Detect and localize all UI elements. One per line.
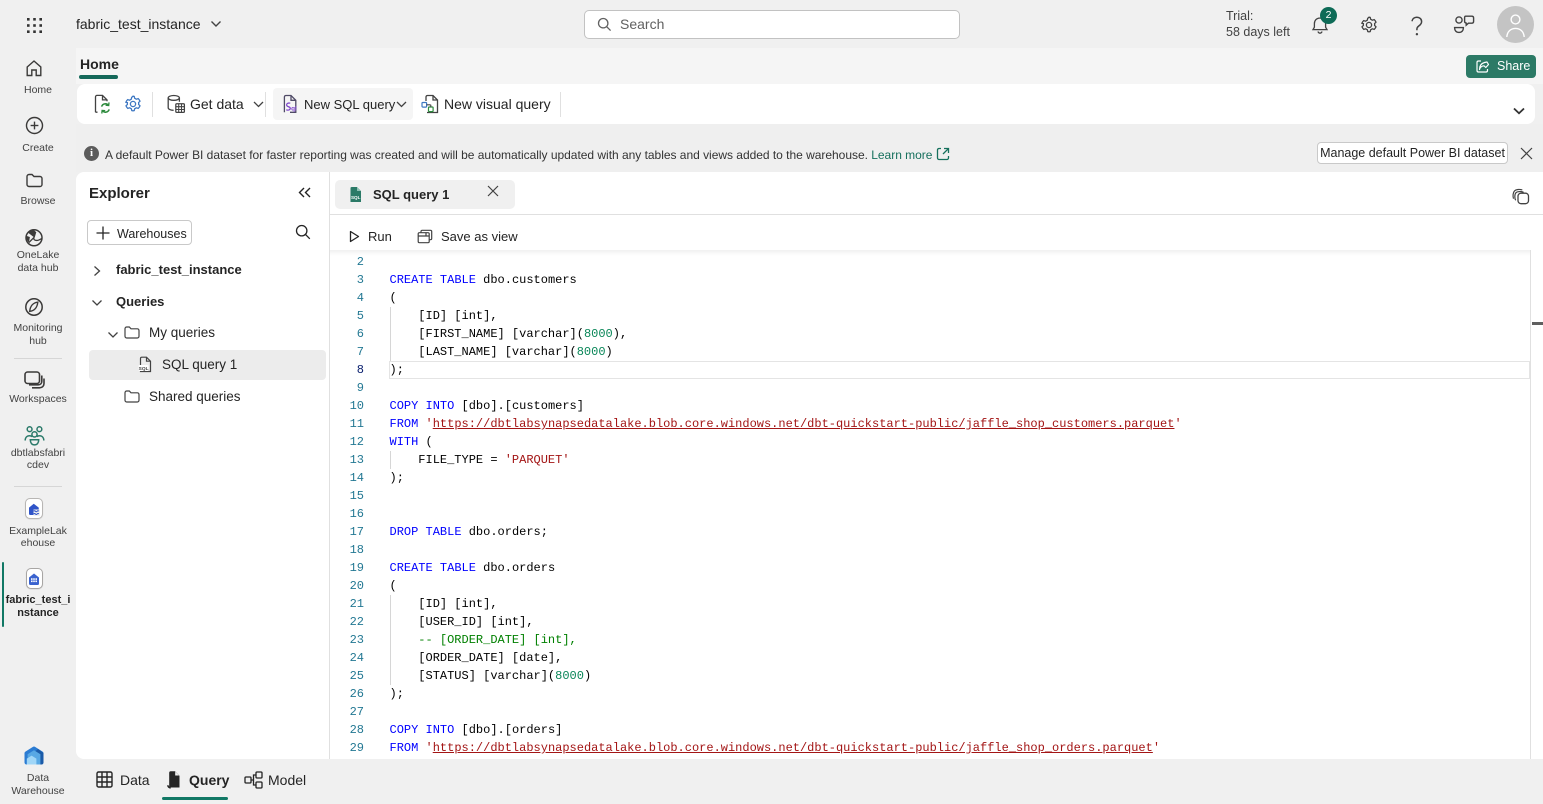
- svg-text:SQL: SQL: [351, 195, 361, 200]
- svg-text:ql: ql: [291, 106, 297, 113]
- svg-text:SQL: SQL: [139, 366, 149, 372]
